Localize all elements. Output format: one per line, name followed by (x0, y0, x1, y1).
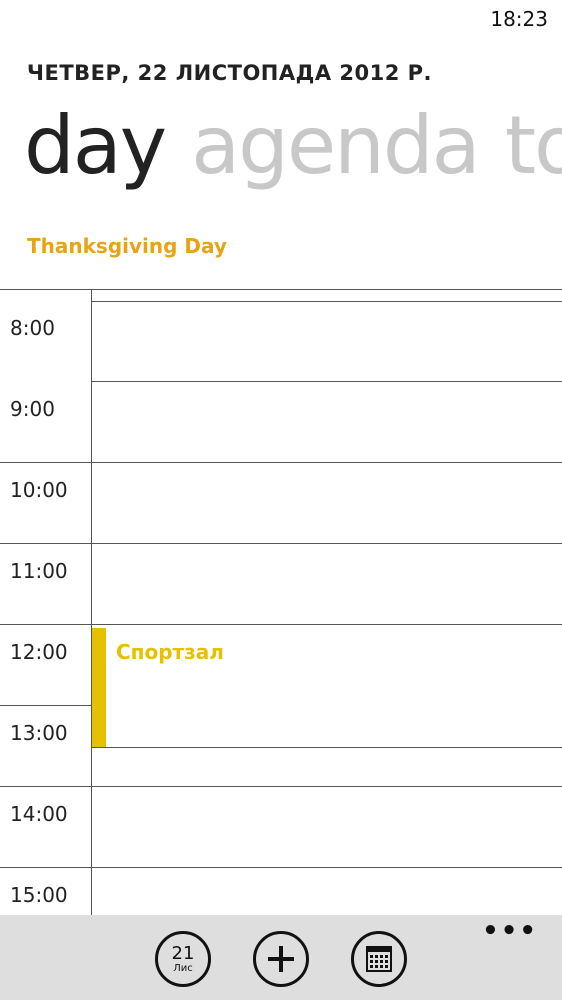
hour-label: 10:00 (10, 478, 68, 502)
divider (92, 747, 562, 748)
event-title: Спортзал (116, 640, 224, 664)
calendar-event[interactable]: Спортзал (92, 628, 562, 748)
hour-row[interactable]: 10:00 (0, 463, 562, 544)
hour-row[interactable]: 14:00 (0, 787, 562, 868)
hour-label: 12:00 (10, 640, 68, 664)
hour-label: 14:00 (10, 802, 68, 826)
all-day-event[interactable]: Thanksgiving Day (27, 234, 227, 258)
app-bar: 21 Лис ••• (0, 915, 562, 1000)
month-view-button[interactable] (351, 931, 407, 987)
pivot-to-do[interactable]: to-do (505, 96, 562, 196)
hour-label: 15:00 (10, 883, 68, 907)
add-event-button[interactable] (253, 931, 309, 987)
status-bar: 18:23 (0, 0, 562, 36)
today-button[interactable]: 21 Лис (155, 931, 211, 987)
hour-row[interactable]: 8:00 (0, 301, 562, 382)
hour-label: 13:00 (10, 721, 68, 745)
ellipsis-icon[interactable]: ••• (482, 918, 538, 944)
clock: 18:23 (490, 7, 548, 31)
pivot-agenda[interactable]: agenda (191, 96, 481, 196)
hour-label: 11:00 (10, 559, 68, 583)
pivot-header: dayagenda to-do (24, 96, 562, 196)
hour-label: 8:00 (10, 316, 55, 340)
event-color-bar (92, 628, 106, 748)
divider (0, 289, 562, 290)
calendar-grid-icon (366, 946, 392, 972)
hour-row[interactable]: 11:00 (0, 544, 562, 625)
pivot-day[interactable]: day (24, 96, 167, 196)
hour-label: 9:00 (10, 397, 55, 421)
hour-row[interactable]: 9:00 (0, 382, 562, 463)
hour-row[interactable]: 15:00 (0, 868, 562, 915)
today-month: Лис (173, 962, 193, 974)
plus-icon (268, 946, 294, 972)
date-header: ЧЕТВЕР, 22 ЛИСТОПАДА 2012 Р. (27, 61, 433, 85)
time-column-divider (91, 289, 92, 915)
day-timeline[interactable]: 8:00 9:00 10:00 11:00 12:00 13:00 14:00 … (0, 289, 562, 915)
today-day: 21 (171, 942, 195, 964)
